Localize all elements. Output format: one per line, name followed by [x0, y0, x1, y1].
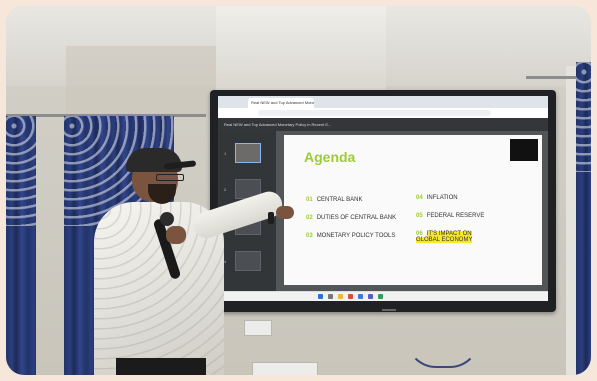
- taskbar: [218, 291, 548, 301]
- hand-holding-mic: [166, 226, 186, 244]
- agenda-item: 02 DUTIES OF CENTRAL BANK: [306, 215, 396, 221]
- pdf-toolbar: Real NEW and Top Advanced Monetary Polic…: [218, 118, 548, 131]
- agenda-item: 03 MONETARY POLICY TOOLS: [306, 233, 395, 239]
- ceiling-beam: [216, 6, 386, 94]
- agenda-text: MONETARY POLICY TOOLS: [316, 233, 396, 239]
- tv-brand-strip: [382, 309, 396, 311]
- url-field[interactable]: [258, 110, 491, 116]
- wall-socket-strip: [252, 362, 318, 375]
- app-icon[interactable]: [378, 294, 383, 299]
- curtain-right: [576, 62, 591, 375]
- slide: Agenda 01 CENTRAL BANK 02 DUTIES OF CENTRA…: [284, 135, 542, 285]
- agenda-text: DUTIES OF CENTRAL BANK: [316, 215, 397, 221]
- agenda-num: 02: [306, 215, 313, 221]
- folder-icon[interactable]: [338, 294, 343, 299]
- agenda-item: 04 INFLATION: [416, 195, 458, 201]
- agenda-item: 05 FEDERAL RESERVE: [416, 213, 484, 219]
- agenda-num: 04: [416, 195, 423, 201]
- curtain-left-1: [6, 116, 36, 375]
- chrome-icon[interactable]: [348, 294, 353, 299]
- agenda-item: 01 CENTRAL BANK: [306, 197, 362, 203]
- thumbnail-4[interactable]: [235, 251, 261, 271]
- slide-title: Agenda: [304, 149, 356, 165]
- pdf-viewer: Agenda 01 CENTRAL BANK 02 DUTIES OF CENTRA…: [276, 131, 548, 291]
- agenda-num: 03: [306, 233, 313, 239]
- agenda-text: CENTRAL BANK: [316, 197, 363, 203]
- agenda-text-highlighted: IT'S IMPACT ON GLOBAL ECONOMY: [416, 231, 473, 243]
- agenda-text: FEDERAL RESERVE: [426, 213, 485, 219]
- browser-tab-strip: Real NEW and Top Advanced Monetary Polic…: [218, 96, 548, 108]
- wristwatch: [268, 212, 274, 224]
- presenter-pants: [116, 358, 206, 375]
- slide-logo: [510, 139, 538, 161]
- thumbnail-1[interactable]: [235, 143, 261, 163]
- agenda-num: 05: [416, 213, 423, 219]
- cable: [406, 306, 480, 368]
- glasses: [156, 174, 184, 181]
- thumbnail-num: 4: [224, 259, 227, 264]
- wall-socket: [244, 320, 272, 336]
- photo-frame: Real NEW and Top Advanced Monetary Polic…: [6, 6, 591, 375]
- microphone-head: [160, 212, 174, 226]
- edge-icon[interactable]: [358, 294, 363, 299]
- start-icon[interactable]: [318, 294, 323, 299]
- wall-patch: [66, 46, 216, 116]
- pointing-hand: [276, 206, 294, 219]
- agenda-num: 01: [306, 197, 313, 203]
- thumbnail-num: 2: [224, 187, 227, 192]
- browser-tab[interactable]: Real NEW and Top Advanced Monetary Polic…: [248, 98, 314, 108]
- app-icon[interactable]: [368, 294, 373, 299]
- document-name: Real NEW and Top Advanced Monetary Polic…: [224, 122, 332, 127]
- search-icon[interactable]: [328, 294, 333, 299]
- thumbnail-num: 1: [224, 151, 227, 156]
- agenda-text: INFLATION: [426, 195, 458, 201]
- agenda-item: 06 IT'S IMPACT ON GLOBAL ECONOMY: [416, 231, 486, 243]
